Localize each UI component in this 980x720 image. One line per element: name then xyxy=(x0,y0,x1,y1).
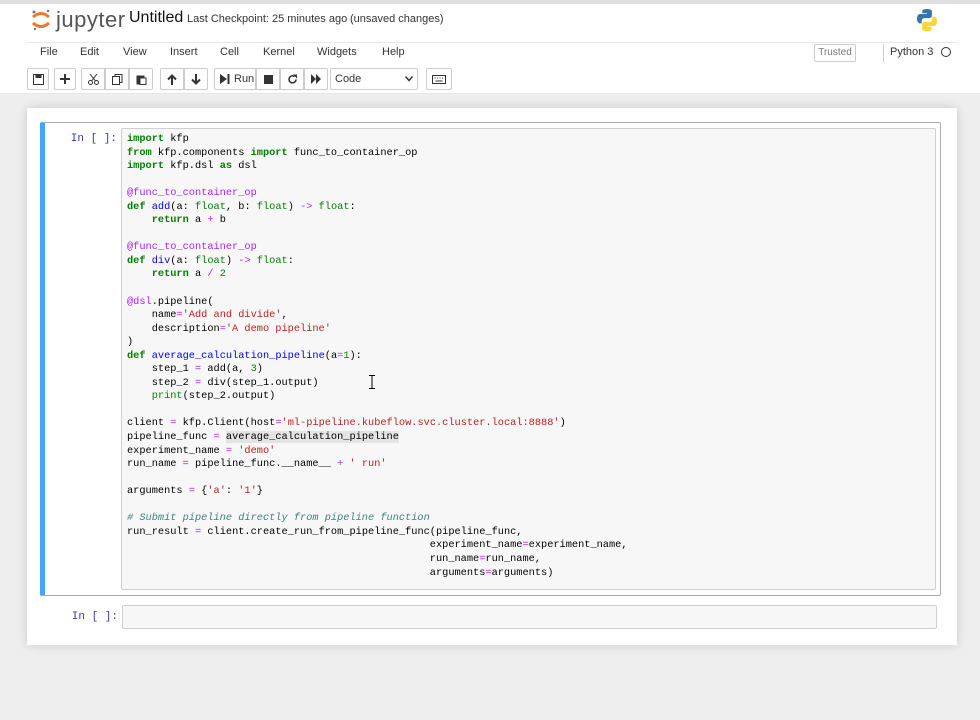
python-logo-icon xyxy=(917,9,937,31)
restart-run-all-button[interactable] xyxy=(304,68,328,90)
notebook-container: In [ ]: import kfp from kfp.components i… xyxy=(27,108,957,645)
text-cursor-icon xyxy=(369,375,375,389)
code-editor[interactable] xyxy=(122,605,937,629)
cell-type-value: Code xyxy=(335,73,362,85)
notebook-title[interactable]: Untitled xyxy=(129,9,183,27)
keyboard-icon xyxy=(432,74,446,84)
cut-button[interactable] xyxy=(81,68,105,90)
menu-widgets[interactable]: Widgets xyxy=(317,46,357,58)
menu-kernel[interactable]: Kernel xyxy=(263,46,295,58)
interrupt-button[interactable] xyxy=(256,68,280,90)
jupyter-logo[interactable]: jupyter xyxy=(30,7,126,32)
autosave-status: (unsaved changes) xyxy=(350,13,444,25)
jupyter-logo-icon xyxy=(32,9,50,31)
kernel-idle-icon xyxy=(941,47,951,57)
scissors-icon xyxy=(87,73,99,85)
menu-view[interactable]: View xyxy=(123,46,147,58)
trusted-indicator[interactable]: Trusted xyxy=(814,44,856,62)
input-prompt: In [ ]: xyxy=(70,133,117,145)
toolbar: Run Code xyxy=(27,68,957,92)
code-editor[interactable]: import kfp from kfp.components import fu… xyxy=(121,128,936,590)
copy-button[interactable] xyxy=(105,68,129,90)
menu-insert[interactable]: Insert xyxy=(170,46,198,58)
code-cell-empty[interactable]: In [ ]: xyxy=(40,602,941,632)
run-button[interactable]: Run xyxy=(214,68,256,90)
code-cell-selected[interactable]: In [ ]: import kfp from kfp.components i… xyxy=(40,122,941,596)
checkpoint-status: Last Checkpoint: 25 minutes ago xyxy=(187,13,348,25)
menu-help[interactable]: Help xyxy=(382,46,405,58)
cell-type-select[interactable]: Code xyxy=(330,68,418,90)
menu-edit[interactable]: Edit xyxy=(80,46,99,58)
menu-file[interactable]: File xyxy=(40,46,58,58)
restart-kernel-button[interactable] xyxy=(280,68,304,90)
save-button[interactable] xyxy=(27,68,49,90)
move-up-button[interactable] xyxy=(160,68,184,90)
fast-forward-icon xyxy=(310,74,321,84)
run-label: Run xyxy=(234,73,255,85)
paste-button[interactable] xyxy=(129,68,153,90)
refresh-icon xyxy=(287,74,297,84)
kernel-name[interactable]: Python 3 xyxy=(890,46,933,58)
header-strip xyxy=(0,0,980,4)
menu-cell[interactable]: Cell xyxy=(220,46,239,58)
copy-icon xyxy=(111,73,122,85)
step-forward-icon xyxy=(220,74,230,84)
plus-icon xyxy=(60,74,70,84)
chevron-down-icon xyxy=(405,76,413,82)
arrow-down-icon xyxy=(191,73,201,85)
stop-icon xyxy=(263,74,273,84)
arrow-up-icon xyxy=(167,73,177,85)
move-down-button[interactable] xyxy=(184,68,208,90)
kernel-separator xyxy=(883,44,884,62)
code-text: import kfp from kfp.components import fu… xyxy=(127,133,628,579)
insert-cell-button[interactable] xyxy=(54,68,76,90)
paste-icon xyxy=(136,75,146,85)
logo-text: jupyter xyxy=(56,7,126,32)
command-palette-button[interactable] xyxy=(426,68,452,90)
save-icon xyxy=(32,73,44,85)
input-prompt: In [ ]: xyxy=(71,611,118,623)
